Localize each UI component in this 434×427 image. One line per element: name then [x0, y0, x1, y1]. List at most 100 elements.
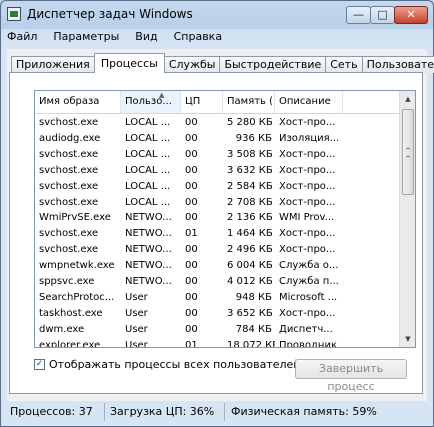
process-memory: 1 464 КБ [227, 228, 273, 240]
tab-applications[interactable]: Приложения [11, 56, 95, 73]
client-area: Приложения Процессы Службы Быстродействи… [7, 49, 434, 401]
maximize-button[interactable]: □ [370, 6, 395, 24]
menu-file[interactable]: Файл [7, 30, 37, 46]
menu-help[interactable]: Справка [174, 30, 222, 46]
process-description: Хост-про... [279, 180, 336, 192]
show-all-users-option[interactable]: ✓ Отображать процессы всех пользователей [34, 356, 300, 372]
show-all-users-checkbox[interactable]: ✓ [34, 358, 45, 370]
table-row[interactable]: WmiPrvSE.exe NETWO... 00 2 136 КБ WMI Prov..… [35, 210, 399, 226]
process-image-name: dwm.exe [39, 323, 85, 335]
table-row[interactable]: svchost.exe NETWO... 01 1 464 КБ Хост-про... [35, 226, 399, 242]
process-image-name: svchost.exe [39, 164, 99, 176]
table-row[interactable]: wmpnetwk.exe NETWO... 00 6 004 КБ Служба о..… [35, 258, 399, 274]
table-row[interactable]: dwm.exe User 00 784 КБ Диспетч... [35, 322, 399, 338]
column-header-user-label: Пользо... [125, 96, 172, 107]
process-image-name: sppsvc.exe [39, 276, 95, 287]
column-header-description[interactable]: Описание [275, 91, 343, 113]
window-title: Диспетчер задач Windows [27, 7, 193, 21]
tab-services[interactable]: Службы [163, 56, 221, 73]
process-memory: 3 632 КБ [227, 164, 273, 176]
tab-users[interactable]: Пользователи [361, 56, 434, 73]
process-description: Хост-про... [279, 164, 336, 176]
process-user: LOCAL ... [125, 148, 171, 160]
process-description: Хост-про... [279, 307, 336, 319]
process-memory: 2 496 КБ [227, 244, 273, 256]
process-list-header: Имя образа ▲ Пользо... ЦП Память (... Оп… [35, 91, 399, 114]
vertical-scrollbar[interactable]: ▲ ▼ [399, 91, 415, 347]
menu-view[interactable]: Вид [135, 30, 157, 46]
close-button[interactable]: ✕ [394, 6, 428, 24]
table-row[interactable]: svchost.exe LOCAL ... 00 3 632 КБ Хост-про..… [35, 163, 399, 179]
tab-processes[interactable]: Процессы [93, 53, 165, 73]
process-image-name: explorer.exe [39, 339, 101, 348]
process-user: NETWO... [125, 244, 172, 256]
process-image-name: audiodg.exe [39, 132, 101, 144]
process-description: Хост-про... [279, 228, 336, 240]
process-memory: 3 508 КБ [227, 148, 273, 160]
status-bar: Процессов: 37 Загрузка ЦП: 36% Физическа… [7, 403, 427, 421]
process-description: Хост-про... [279, 148, 336, 160]
scroll-down-arrow-icon[interactable]: ▼ [400, 331, 415, 347]
process-description: Диспетч... [279, 323, 333, 335]
process-cpu: 00 [185, 260, 198, 272]
process-user: NETWO... [125, 260, 172, 272]
table-row[interactable]: taskhost.exe User 00 3 652 КБ Хост-про... [35, 306, 399, 322]
scrollbar-thumb[interactable] [402, 109, 414, 195]
table-row[interactable]: SearchProtoc... User 00 948 КБ Microsoft ... [35, 290, 399, 306]
process-cpu: 01 [185, 228, 198, 240]
process-cpu: 00 [185, 276, 198, 287]
process-description: Служба о... [279, 260, 339, 272]
process-image-name: svchost.exe [39, 180, 99, 192]
process-cpu: 00 [185, 244, 198, 256]
process-cpu: 00 [185, 307, 198, 319]
process-cpu: 00 [185, 148, 198, 160]
table-row[interactable]: svchost.exe NETWO... 00 2 496 КБ Хост-про... [35, 242, 399, 258]
column-header-cpu[interactable]: ЦП [181, 91, 223, 113]
end-process-button[interactable]: Завершить процесс [295, 359, 407, 393]
column-header-user[interactable]: ▲ Пользо... [121, 91, 181, 113]
process-description: Хост-про... [279, 244, 336, 256]
title-bar[interactable]: Диспетчер задач Windows — □ ✕ [1, 1, 433, 27]
process-user: User [125, 307, 148, 319]
process-memory: 2 708 КБ [227, 196, 273, 208]
process-cpu: 00 [185, 117, 198, 128]
column-header-image-name[interactable]: Имя образа [35, 91, 121, 113]
table-row[interactable]: audiodg.exe LOCAL ... 00 936 КБ Изоляция... [35, 131, 399, 147]
process-memory: 784 КБ [235, 323, 272, 335]
process-memory: 4 012 КБ [227, 276, 273, 287]
process-description: Хост-про... [279, 196, 336, 208]
process-memory: 2 136 КБ [227, 212, 273, 224]
process-cpu: 01 [185, 339, 198, 348]
process-description: Проводник [279, 339, 337, 348]
minimize-button[interactable]: — [346, 6, 371, 24]
process-user: LOCAL ... [125, 117, 171, 128]
table-row[interactable]: sppsvc.exe NETWO... 00 4 012 КБ Служба п... [35, 274, 399, 290]
table-row[interactable]: svchost.exe LOCAL ... 00 3 508 КБ Хост-про..… [35, 147, 399, 163]
show-all-users-label: Отображать процессы всех пользователей [49, 357, 301, 371]
task-manager-app-icon [7, 7, 21, 21]
scroll-up-arrow-icon[interactable]: ▲ [400, 91, 415, 107]
process-image-name: svchost.exe [39, 196, 99, 208]
process-cpu: 00 [185, 212, 198, 224]
table-row[interactable]: svchost.exe LOCAL ... 00 2 584 КБ Хост-про..… [35, 179, 399, 195]
process-user: User [125, 323, 148, 335]
process-user: NETWO... [125, 228, 172, 240]
process-description: WMI Prov... [279, 212, 335, 224]
process-cpu: 00 [185, 164, 198, 176]
table-row[interactable]: svchost.exe LOCAL ... 00 2 708 КБ Хост-про..… [35, 195, 399, 211]
menu-options[interactable]: Параметры [53, 30, 119, 46]
process-list[interactable]: Имя образа ▲ Пользо... ЦП Память (... Оп… [34, 90, 416, 348]
process-user: NETWO... [125, 276, 172, 287]
process-memory: 936 КБ [235, 132, 272, 144]
process-user: NETWO... [125, 212, 172, 224]
tab-performance[interactable]: Быстродействие [219, 56, 327, 73]
column-header-memory[interactable]: Память (... [223, 91, 275, 113]
process-description: Служба п... [279, 276, 339, 287]
process-description: Хост-про... [279, 117, 336, 128]
process-description: Изоляция... [279, 132, 340, 144]
tab-network[interactable]: Сеть [325, 56, 363, 73]
process-user: LOCAL ... [125, 180, 171, 192]
table-row[interactable]: explorer.exe User 01 18 072 КБ Проводник [35, 338, 399, 348]
process-cpu: 00 [185, 132, 198, 144]
table-row[interactable]: svchost.exe LOCAL ... 00 5 280 КБ Хост-про..… [35, 115, 399, 131]
